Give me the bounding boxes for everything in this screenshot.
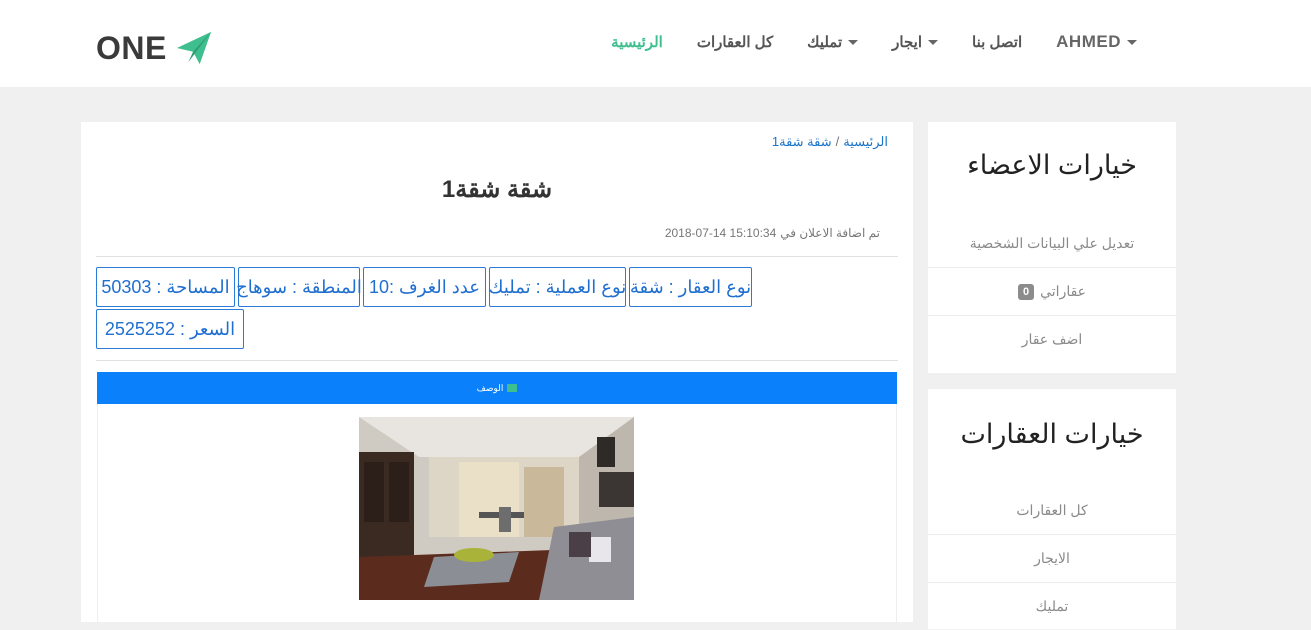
property-photo[interactable]: [359, 417, 634, 600]
list-icon: [507, 384, 518, 392]
nav-ownership-dropdown[interactable]: تمليك: [807, 33, 859, 51]
breadcrumb-separator: /: [835, 134, 840, 149]
sidebar-item-all-properties[interactable]: كل العقارات: [928, 487, 1176, 535]
posted-datetime: 2018-07-14 15:10:34: [664, 226, 777, 240]
properties-options-title: خيارات العقارات: [960, 419, 1144, 449]
living-room-image: [359, 417, 634, 600]
brand-logo[interactable]: ONE: [96, 28, 213, 68]
nav-contact[interactable]: اتصل بنا: [972, 33, 1022, 51]
posted-label: تم اضافة الاعلان في: [780, 226, 880, 240]
description-label: الوصف: [476, 382, 504, 393]
posted-date: تم اضافة الاعلان في 2018-07-14 15:10:34: [665, 226, 880, 240]
sidebar-item-add-property[interactable]: اضف عقار: [928, 316, 1176, 363]
caret-down-icon: [928, 39, 938, 45]
properties-options-card: خيارات العقارات كل العقارات الايجار تملي…: [928, 389, 1176, 629]
tag-region: المنطقة : سوهاج: [236, 267, 362, 307]
sidebar-item-label: الايجار: [1034, 550, 1070, 566]
property-tags: نوع العقار : شقة نوع العملية : تمليك عدد…: [96, 267, 898, 357]
nav-rent-dropdown[interactable]: ايجار: [892, 33, 938, 51]
tag-area: المساحة : 50303: [96, 267, 235, 307]
caret-down-icon: [848, 39, 859, 45]
divider: [96, 360, 898, 361]
tag-rooms: عدد الغرف :10: [363, 267, 486, 307]
sidebar-item-my-properties[interactable]: عقاراتي 0: [928, 268, 1176, 316]
members-options-title: خيارات الاعضاء: [967, 150, 1137, 180]
nav-ownership-label: تمليك: [807, 34, 843, 51]
paper-plane-icon: [176, 31, 211, 65]
sidebar-item-label: تعديل علي البيانات الشخصية: [969, 235, 1135, 251]
tag-price: السعر : 2525252: [96, 309, 244, 349]
members-options-card: خيارات الاعضاء تعديل علي البيانات الشخصي…: [928, 122, 1176, 373]
user-name: AHMED: [1056, 32, 1121, 51]
sidebar-item-label: كل العقارات: [1016, 502, 1088, 518]
listing-card: الرئيسية / شقة شقة1 شقة شقة1 تم اضافة ال…: [81, 122, 913, 624]
page-title: شقة شقة1: [441, 176, 553, 203]
brand-name: ONE: [96, 29, 167, 66]
breadcrumb-current[interactable]: شقة شقة1: [772, 134, 832, 150]
description-header: الوصف: [97, 372, 897, 404]
sidebar-item-label: عقاراتي: [1040, 283, 1087, 299]
breadcrumb-home-link[interactable]: الرئيسية: [843, 134, 888, 150]
sidebar-item-ownership[interactable]: تمليك: [928, 583, 1176, 630]
sidebar-item-rent[interactable]: الايجار: [928, 535, 1176, 583]
breadcrumb: الرئيسية / شقة شقة1: [772, 134, 888, 150]
nav-rent-label: ايجار: [892, 34, 922, 51]
sidebar-item-label: تمليك: [1035, 598, 1069, 614]
user-menu-dropdown[interactable]: AHMED: [1056, 32, 1137, 52]
tag-property-type: نوع العقار : شقة: [629, 267, 752, 307]
tag-operation-type: نوع العملية : تمليك: [489, 267, 626, 307]
divider: [96, 256, 898, 257]
top-navbar: ONE الرئيسية كل العقارات تمليك ايجار اتص…: [0, 0, 1311, 87]
sidebar-item-edit-profile[interactable]: تعديل علي البيانات الشخصية: [928, 220, 1176, 268]
count-badge: 0: [1017, 283, 1035, 300]
caret-down-icon: [1127, 39, 1137, 45]
nav-all-properties[interactable]: كل العقارات: [697, 33, 773, 51]
sidebar-item-label: اضف عقار: [1021, 331, 1083, 347]
main-nav-menu: الرئيسية كل العقارات تمليك ايجار اتصل بن…: [611, 30, 1137, 54]
nav-home[interactable]: الرئيسية: [611, 33, 663, 51]
